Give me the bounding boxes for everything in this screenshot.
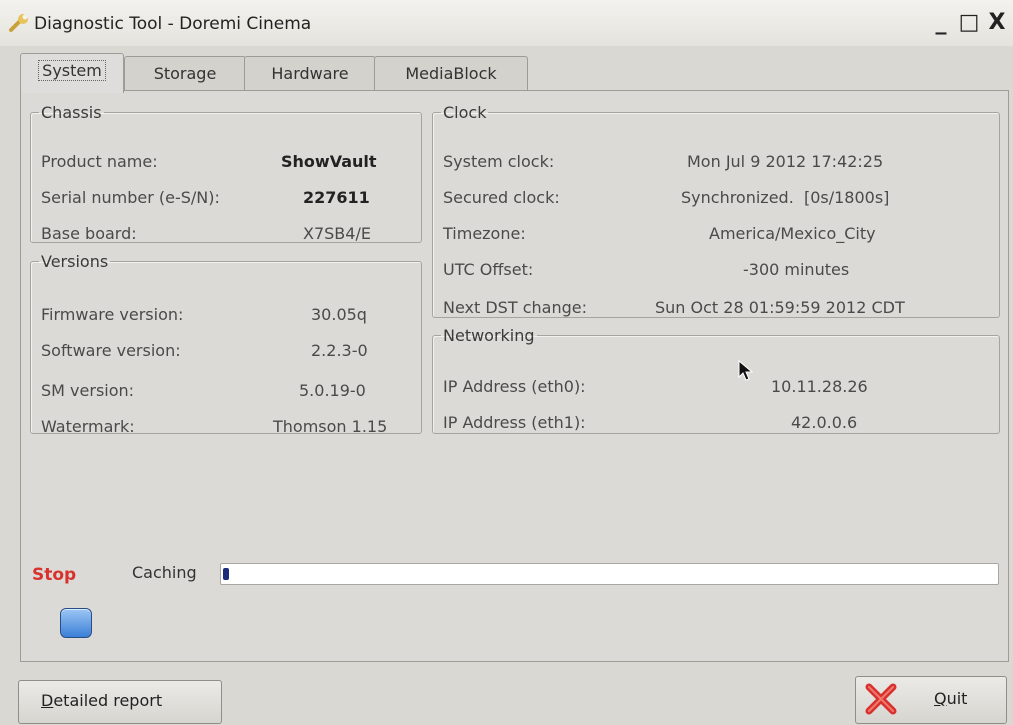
firmware-version-row: Firmware version: 30.05q	[41, 303, 411, 327]
utc-offset-row: UTC Offset: -300 minutes	[443, 258, 989, 282]
system-clock-label: System clock:	[443, 152, 555, 171]
clock-title: Clock	[443, 103, 487, 122]
ip-eth0-row: IP Address (eth0): 10.11.28.26	[443, 375, 989, 399]
next-dst-label: Next DST change:	[443, 298, 587, 317]
close-button[interactable]: X	[986, 12, 1008, 34]
wrench-icon	[9, 14, 28, 32]
secured-clock-label: Secured clock:	[443, 188, 560, 207]
software-version-label: Software version:	[41, 341, 181, 360]
title-bar: Diagnostic Tool - Doremi Cinema _ □ X	[0, 0, 1013, 46]
versions-title: Versions	[41, 252, 109, 271]
tab-storage-label: Storage	[153, 64, 217, 83]
networking-title: Networking	[443, 326, 535, 345]
caching-progress-bar	[220, 563, 999, 585]
ip-eth1-value: 42.0.0.6	[791, 413, 858, 432]
timezone-value: America/Mexico_City	[709, 224, 876, 243]
versions-group: Versions Firmware version: 30.05q Softwa…	[30, 252, 422, 436]
quit-label: Quit	[934, 689, 968, 708]
product-name-row: Product name: ShowVault	[41, 150, 411, 174]
watermark-row: Watermark: Thomson 1.15	[41, 415, 411, 439]
ip-eth0-value: 10.11.28.26	[771, 377, 868, 396]
product-name-value: ShowVault	[281, 152, 377, 171]
firmware-version-value: 30.05q	[311, 305, 367, 324]
tab-system[interactable]: System	[20, 53, 124, 93]
tab-mediablock-label: MediaBlock	[405, 64, 497, 83]
serial-number-label: Serial number (e-S/N):	[41, 188, 220, 207]
window-title: Diagnostic Tool - Doremi Cinema	[34, 14, 312, 34]
mouse-cursor-icon	[738, 360, 754, 381]
tab-hardware[interactable]: Hardware	[244, 56, 376, 91]
serial-number-value: 227611	[303, 188, 370, 207]
caching-label: Caching	[132, 563, 197, 582]
blue-square-button-icon[interactable]	[60, 608, 92, 638]
tab-system-label: System	[38, 60, 106, 81]
firmware-version-label: Firmware version:	[41, 305, 184, 324]
secured-clock-row: Secured clock: Synchronized. [0s/1800s]	[443, 186, 989, 210]
software-version-value: 2.2.3-0	[311, 341, 368, 360]
system-clock-value: Mon Jul 9 2012 17:42:25	[687, 152, 884, 171]
secured-clock-value: Synchronized. [0s/1800s]	[681, 188, 890, 207]
utc-offset-value: -300 minutes	[743, 260, 850, 279]
system-clock-row: System clock: Mon Jul 9 2012 17:42:25	[443, 150, 989, 174]
stop-label: Stop	[32, 565, 77, 585]
serial-number-row: Serial number (e-S/N): 227611	[41, 186, 411, 210]
minimize-button[interactable]: _	[930, 12, 952, 34]
chassis-group: Chassis Product name: ShowVault Serial n…	[30, 103, 422, 243]
ip-eth1-row: IP Address (eth1): 42.0.0.6	[443, 411, 989, 435]
ip-eth0-label: IP Address (eth0):	[443, 377, 586, 396]
product-name-label: Product name:	[41, 152, 158, 171]
clock-group: Clock System clock: Mon Jul 9 2012 17:42…	[432, 103, 1000, 318]
utc-offset-label: UTC Offset:	[443, 260, 534, 279]
timezone-label: Timezone:	[443, 224, 526, 243]
sm-version-value: 5.0.19-0	[299, 381, 366, 400]
maximize-button[interactable]: □	[958, 12, 980, 34]
progress-fill	[223, 568, 229, 580]
detailed-report-button[interactable]: Detailed report	[18, 680, 222, 724]
base-board-row: Base board: X7SB4/E	[41, 222, 411, 246]
next-dst-row: Next DST change: Sun Oct 28 01:59:59 201…	[443, 296, 989, 320]
ip-eth1-label: IP Address (eth1):	[443, 413, 586, 432]
detailed-report-label: Detailed report	[41, 691, 163, 710]
quit-button[interactable]: Quit	[855, 676, 1007, 724]
chassis-title: Chassis	[41, 103, 102, 122]
software-version-row: Software version: 2.2.3-0	[41, 339, 411, 363]
tab-mediablock[interactable]: MediaBlock	[374, 56, 528, 91]
base-board-value: X7SB4/E	[303, 224, 371, 243]
tab-storage[interactable]: Storage	[124, 56, 246, 91]
tab-hardware-label: Hardware	[271, 64, 349, 83]
watermark-value: Thomson 1.15	[273, 417, 388, 436]
sm-version-label: SM version:	[41, 381, 135, 400]
timezone-row: Timezone: America/Mexico_City	[443, 222, 989, 246]
watermark-label: Watermark:	[41, 417, 135, 436]
next-dst-value: Sun Oct 28 01:59:59 2012 CDT	[655, 298, 905, 317]
sm-version-row: SM version: 5.0.19-0	[41, 379, 411, 403]
networking-group: Networking IP Address (eth0): 10.11.28.2…	[432, 326, 1000, 434]
base-board-label: Base board:	[41, 224, 137, 243]
red-x-icon	[865, 683, 897, 715]
